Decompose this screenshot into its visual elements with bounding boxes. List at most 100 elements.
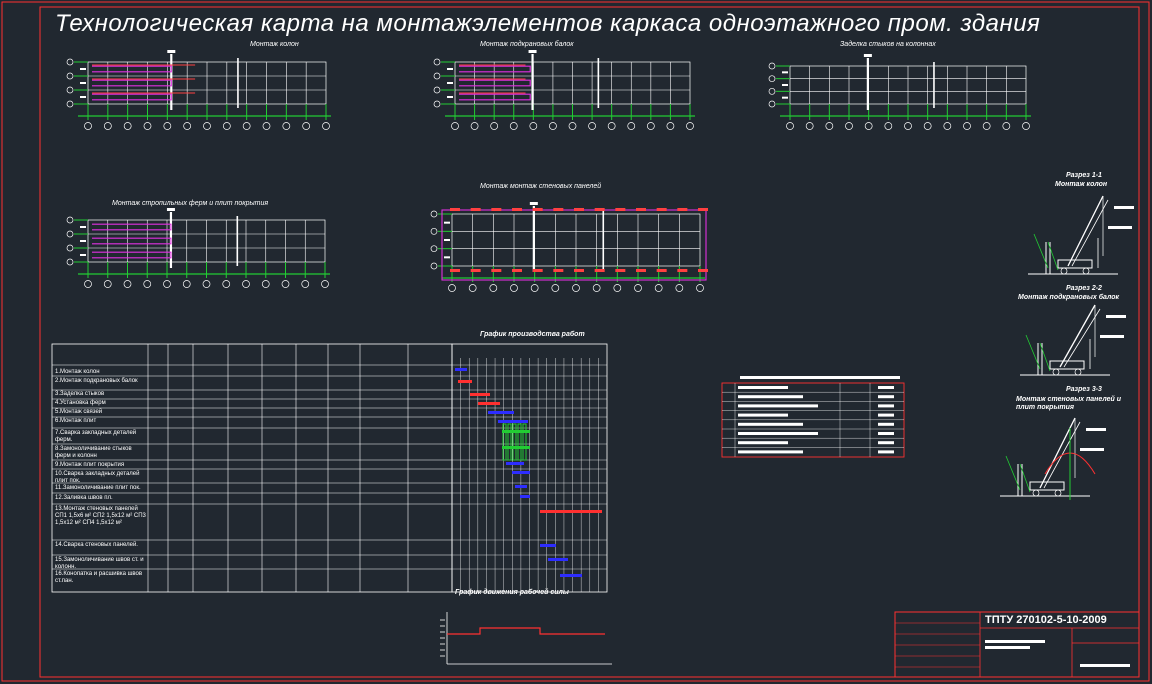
section-1-subtitle: Монтаж колон <box>1055 181 1108 188</box>
plan-row-bubble <box>768 100 776 108</box>
plan-axis-bubble <box>982 122 991 130</box>
plan-axis-bubble <box>302 122 311 130</box>
plan-axis-bubble <box>805 122 814 130</box>
plan-left-mark <box>782 84 788 86</box>
plan-crane-path <box>92 93 172 101</box>
crane-wheel <box>1032 489 1040 497</box>
plan-left-mark <box>80 226 86 228</box>
plan-axis-bubble <box>143 122 152 130</box>
wall-panel-mark <box>698 208 708 211</box>
plan-axis-bubble <box>489 284 498 292</box>
plan-axis-bubble <box>568 122 577 130</box>
plan-axis-bubble <box>103 280 112 288</box>
view-label-trusses: Монтаж стропильных ферм и плит покрытия <box>112 200 269 207</box>
plan-axis-bubble <box>183 122 192 130</box>
plan-axis-bubble <box>686 122 694 130</box>
plan-axis-bubble <box>509 122 518 130</box>
plan-row-bubble <box>66 244 74 252</box>
crane-boom-2 <box>1063 308 1101 368</box>
plan-crane-path <box>459 93 531 101</box>
section-3-subtitle: Монтаж стеновых панелей и плит покрытия <box>1016 396 1122 411</box>
wall-panel-mark <box>636 269 646 272</box>
drawing-title: Технологическая карта на монтажэлементов… <box>55 10 1041 37</box>
plan-axis-bubble <box>607 122 616 130</box>
plan-axis-bubble <box>123 280 132 288</box>
plan-crane-path <box>92 251 172 259</box>
machines-value <box>878 441 894 445</box>
wall-panel-mark <box>656 208 667 211</box>
plan-axis-bubble <box>261 280 270 288</box>
gantt-bar <box>488 411 514 414</box>
crane-wheel <box>1060 267 1068 275</box>
plan-row-bubble <box>433 86 441 94</box>
plan-axis-bubble <box>202 280 211 288</box>
plan-crane-path <box>92 79 172 87</box>
schedule-row-8: 8.Замоноличивание стыков ферм и колонн <box>55 446 132 459</box>
schedule-row-12: 12.Заливка швов пл. <box>55 495 113 501</box>
plan-left-mark <box>447 96 453 98</box>
plan-axis-bubble <box>549 122 557 130</box>
plan-axis-bubble <box>262 122 271 130</box>
machines-value <box>878 386 894 389</box>
gantt-bar <box>515 485 527 488</box>
machines-value <box>878 432 894 435</box>
plan-axis-bubble <box>696 284 704 292</box>
plan-axis-bubble <box>490 122 499 130</box>
inner-frame <box>39 6 1140 678</box>
plan-row-bubble <box>66 100 74 108</box>
plan-row-bubble <box>430 245 438 253</box>
wall-panel-mark <box>698 269 708 272</box>
machines-text <box>738 395 803 399</box>
wall-panel-mark <box>553 208 564 211</box>
schedule-row-15: 15.Замоноличивание швов ст. и колонн. <box>55 557 144 570</box>
plan-axis-bubble <box>825 122 834 130</box>
crane-wheel <box>1074 368 1082 376</box>
plan-axis-bubble <box>1002 122 1011 130</box>
gantt-bar <box>470 393 490 396</box>
plan-axis-bubble <box>654 284 663 292</box>
plan-axis-bubble <box>301 280 310 288</box>
wall-panel-mark <box>470 208 481 211</box>
plan-axis-bubble <box>904 122 912 130</box>
schedule-row-10: 10.Сварка закладных деталей плит пок. <box>55 471 140 484</box>
plan-axis-bubble <box>646 122 655 130</box>
schedule-row-9: 9.Монтаж плит покрытия <box>55 462 125 468</box>
plan-marker-cap <box>167 50 176 53</box>
plan-left-mark <box>80 96 86 98</box>
view-label-schedule: График производства работ <box>480 331 585 338</box>
schedule-row-4: 4.Установка ферм <box>55 400 106 406</box>
crane-boom-2 <box>1071 199 1109 267</box>
title-block-text <box>985 640 1045 643</box>
plan-row-bubble <box>768 62 776 70</box>
gantt-bar <box>548 558 568 561</box>
plan-axis-bubble <box>551 284 560 292</box>
gantt-green-block <box>522 423 527 461</box>
plan-axis-bubble <box>163 122 172 130</box>
plan-axis-bubble <box>675 284 684 292</box>
view-label-crane-beams: Монтаж подкрановых балок <box>480 41 574 48</box>
plan-crane-path <box>92 65 172 73</box>
crane-wheel <box>1082 267 1090 275</box>
plan-axis-bubble <box>864 122 873 130</box>
plan-left-mark <box>444 256 450 259</box>
wall-panel-mark <box>574 208 584 211</box>
wall-panel-mark <box>656 269 667 272</box>
wall-panel-mark <box>677 269 688 272</box>
plan-left-mark <box>782 96 788 99</box>
plan-axis-bubble <box>222 280 231 288</box>
machines-text <box>738 386 788 389</box>
wall-panel-mark <box>512 208 522 211</box>
wall-panel-mark <box>615 208 626 211</box>
plan-axis-bubble <box>923 122 932 130</box>
plan-axis-bubble <box>242 122 251 130</box>
schedule-row-6: 6.Монтаж плит <box>55 418 97 424</box>
plan-axis-bubble <box>143 280 152 288</box>
plan-axis-bubble <box>451 122 459 130</box>
gantt-green-block <box>507 423 512 461</box>
plan-axis-bubble <box>666 122 675 130</box>
cad-drawing <box>1 1 1150 682</box>
plan-axis-bubble <box>963 122 971 130</box>
schedule-row-3: 3.Заделка стыков <box>55 391 105 397</box>
plan-axis-bubble <box>1022 122 1030 130</box>
view-label-fill-joints: Заделка стыков на колоннах <box>840 41 936 48</box>
